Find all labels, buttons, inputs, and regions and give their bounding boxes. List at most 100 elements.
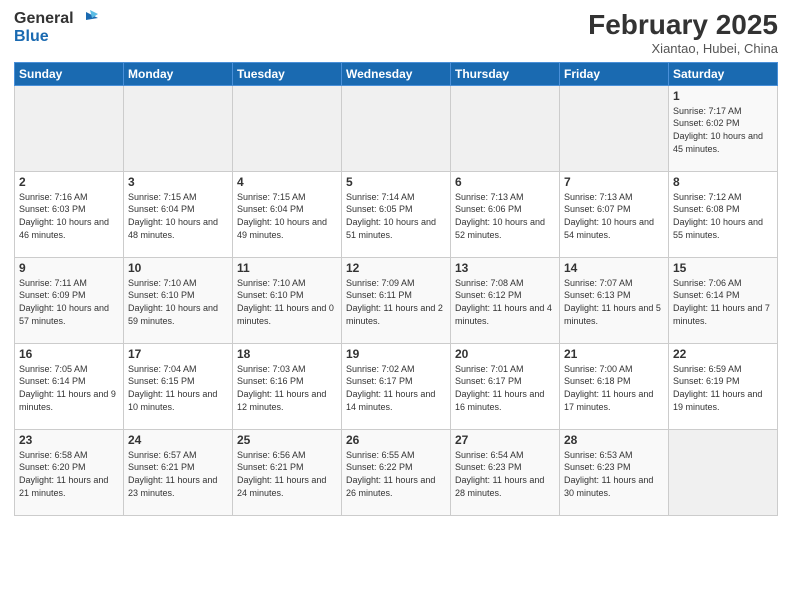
day-info: Sunrise: 6:53 AM Sunset: 6:23 PM Dayligh… (564, 449, 664, 499)
day-number: 9 (19, 261, 119, 275)
day-number: 22 (673, 347, 773, 361)
day-number: 27 (455, 433, 555, 447)
logo: General Blue (14, 10, 98, 47)
day-number: 21 (564, 347, 664, 361)
day-number: 23 (19, 433, 119, 447)
day-info: Sunrise: 7:09 AM Sunset: 6:11 PM Dayligh… (346, 277, 446, 327)
day-number: 28 (564, 433, 664, 447)
calendar-cell: 10 Sunrise: 7:10 AM Sunset: 6:10 PM Dayli… (124, 257, 233, 343)
calendar-cell: 6 Sunrise: 7:13 AM Sunset: 6:06 PM Daylig… (451, 171, 560, 257)
calendar: SundayMondayTuesdayWednesdayThursdayFrid… (14, 62, 778, 516)
day-number: 10 (128, 261, 228, 275)
day-info: Sunrise: 7:13 AM Sunset: 6:06 PM Dayligh… (455, 191, 555, 241)
day-info: Sunrise: 7:11 AM Sunset: 6:09 PM Dayligh… (19, 277, 119, 327)
calendar-cell: 5 Sunrise: 7:14 AM Sunset: 6:05 PM Daylig… (342, 171, 451, 257)
calendar-cell (124, 85, 233, 171)
calendar-cell: 18Sunrise: 7:03 AM Sunset: 6:16 PM Dayli… (233, 343, 342, 429)
day-info: Sunrise: 7:15 AM Sunset: 6:04 PM Dayligh… (128, 191, 228, 241)
page: General Blue February 2025 Xiantao, Hube… (0, 0, 792, 612)
calendar-cell: 19 Sunrise: 7:02 AM Sunset: 6:17 PM Dayli… (342, 343, 451, 429)
day-info: Sunrise: 7:16 AM Sunset: 6:03 PM Dayligh… (19, 191, 119, 241)
calendar-cell (451, 85, 560, 171)
day-info: Sunrise: 6:57 AM Sunset: 6:21 PM Dayligh… (128, 449, 228, 499)
calendar-cell (669, 429, 778, 515)
calendar-cell: 3 Sunrise: 7:15 AM Sunset: 6:04 PM Daylig… (124, 171, 233, 257)
calendar-cell: 22 Sunrise: 6:59 AM Sunset: 6:19 PM Dayli… (669, 343, 778, 429)
day-info: Sunrise: 7:06 AM Sunset: 6:14 PM Dayligh… (673, 277, 773, 327)
header: General Blue February 2025 Xiantao, Hube… (14, 10, 778, 56)
calendar-cell: 2 Sunrise: 7:16 AM Sunset: 6:03 PM Daylig… (15, 171, 124, 257)
day-number: 14 (564, 261, 664, 275)
day-info: Sunrise: 6:58 AM Sunset: 6:20 PM Dayligh… (19, 449, 119, 499)
day-number: 20 (455, 347, 555, 361)
day-number: 6 (455, 175, 555, 189)
day-number: 12 (346, 261, 446, 275)
calendar-cell: 15Sunrise: 7:06 AM Sunset: 6:14 PM Dayli… (669, 257, 778, 343)
weekday-header-friday: Friday (560, 62, 669, 85)
day-number: 24 (128, 433, 228, 447)
calendar-cell (560, 85, 669, 171)
day-info: Sunrise: 6:55 AM Sunset: 6:22 PM Dayligh… (346, 449, 446, 499)
weekday-header-saturday: Saturday (669, 62, 778, 85)
day-info: Sunrise: 7:04 AM Sunset: 6:15 PM Dayligh… (128, 363, 228, 413)
day-number: 25 (237, 433, 337, 447)
calendar-cell: 11Sunrise: 7:10 AM Sunset: 6:10 PM Dayli… (233, 257, 342, 343)
day-info: Sunrise: 7:05 AM Sunset: 6:14 PM Dayligh… (19, 363, 119, 413)
day-info: Sunrise: 7:01 AM Sunset: 6:17 PM Dayligh… (455, 363, 555, 413)
calendar-cell: 16 Sunrise: 7:05 AM Sunset: 6:14 PM Dayli… (15, 343, 124, 429)
calendar-cell: 12 Sunrise: 7:09 AM Sunset: 6:11 PM Dayli… (342, 257, 451, 343)
day-number: 18 (237, 347, 337, 361)
weekday-header-tuesday: Tuesday (233, 62, 342, 85)
day-info: Sunrise: 7:12 AM Sunset: 6:08 PM Dayligh… (673, 191, 773, 241)
day-number: 8 (673, 175, 773, 189)
logo-general: General (14, 10, 74, 28)
day-info: Sunrise: 7:14 AM Sunset: 6:05 PM Dayligh… (346, 191, 446, 241)
day-info: Sunrise: 7:08 AM Sunset: 6:12 PM Dayligh… (455, 277, 555, 327)
day-number: 16 (19, 347, 119, 361)
calendar-cell: 27 Sunrise: 6:54 AM Sunset: 6:23 PM Dayli… (451, 429, 560, 515)
day-info: Sunrise: 7:15 AM Sunset: 6:04 PM Dayligh… (237, 191, 337, 241)
calendar-cell: 17 Sunrise: 7:04 AM Sunset: 6:15 PM Dayli… (124, 343, 233, 429)
calendar-cell: 4 Sunrise: 7:15 AM Sunset: 6:04 PM Daylig… (233, 171, 342, 257)
weekday-header-monday: Monday (124, 62, 233, 85)
logo-blue: Blue (14, 28, 98, 46)
day-number: 3 (128, 175, 228, 189)
weekday-header-wednesday: Wednesday (342, 62, 451, 85)
calendar-cell (15, 85, 124, 171)
calendar-cell: 28 Sunrise: 6:53 AM Sunset: 6:23 PM Dayli… (560, 429, 669, 515)
day-number: 4 (237, 175, 337, 189)
month-title: February 2025 (588, 10, 778, 41)
day-number: 2 (19, 175, 119, 189)
calendar-cell: 1Sunrise: 7:17 AM Sunset: 6:02 PM Daylig… (669, 85, 778, 171)
calendar-cell: 24 Sunrise: 6:57 AM Sunset: 6:21 PM Dayli… (124, 429, 233, 515)
day-number: 7 (564, 175, 664, 189)
calendar-cell: 23 Sunrise: 6:58 AM Sunset: 6:20 PM Dayli… (15, 429, 124, 515)
title-block: February 2025 Xiantao, Hubei, China (588, 10, 778, 56)
weekday-header-sunday: Sunday (15, 62, 124, 85)
calendar-cell: 25Sunrise: 6:56 AM Sunset: 6:21 PM Dayli… (233, 429, 342, 515)
calendar-cell: 8 Sunrise: 7:12 AM Sunset: 6:08 PM Daylig… (669, 171, 778, 257)
day-info: Sunrise: 7:02 AM Sunset: 6:17 PM Dayligh… (346, 363, 446, 413)
day-info: Sunrise: 7:00 AM Sunset: 6:18 PM Dayligh… (564, 363, 664, 413)
weekday-header-thursday: Thursday (451, 62, 560, 85)
logo-bird-icon (76, 10, 98, 28)
calendar-cell: 7 Sunrise: 7:13 AM Sunset: 6:07 PM Daylig… (560, 171, 669, 257)
calendar-cell: 9 Sunrise: 7:11 AM Sunset: 6:09 PM Daylig… (15, 257, 124, 343)
calendar-cell: 14Sunrise: 7:07 AM Sunset: 6:13 PM Dayli… (560, 257, 669, 343)
calendar-cell: 26Sunrise: 6:55 AM Sunset: 6:22 PM Dayli… (342, 429, 451, 515)
calendar-cell (342, 85, 451, 171)
subtitle: Xiantao, Hubei, China (588, 41, 778, 56)
day-number: 5 (346, 175, 446, 189)
calendar-cell: 20 Sunrise: 7:01 AM Sunset: 6:17 PM Dayli… (451, 343, 560, 429)
day-number: 19 (346, 347, 446, 361)
day-info: Sunrise: 6:59 AM Sunset: 6:19 PM Dayligh… (673, 363, 773, 413)
day-info: Sunrise: 7:10 AM Sunset: 6:10 PM Dayligh… (128, 277, 228, 327)
day-info: Sunrise: 7:13 AM Sunset: 6:07 PM Dayligh… (564, 191, 664, 241)
day-number: 13 (455, 261, 555, 275)
calendar-cell (233, 85, 342, 171)
calendar-cell: 21 Sunrise: 7:00 AM Sunset: 6:18 PM Dayli… (560, 343, 669, 429)
day-info: Sunrise: 6:54 AM Sunset: 6:23 PM Dayligh… (455, 449, 555, 499)
day-number: 17 (128, 347, 228, 361)
calendar-cell: 13 Sunrise: 7:08 AM Sunset: 6:12 PM Dayli… (451, 257, 560, 343)
day-info: Sunrise: 7:10 AM Sunset: 6:10 PM Dayligh… (237, 277, 337, 327)
